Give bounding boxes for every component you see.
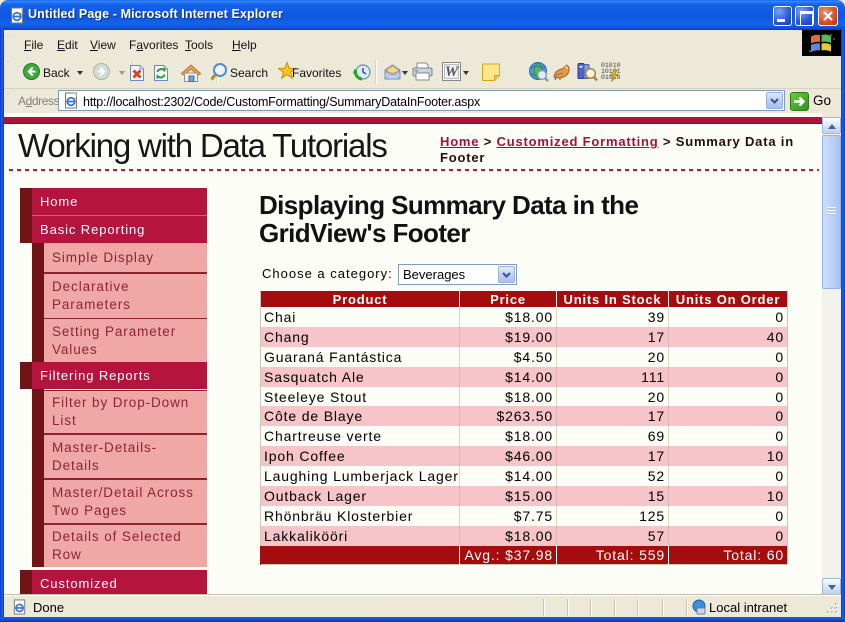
- svg-text:W: W: [445, 64, 460, 80]
